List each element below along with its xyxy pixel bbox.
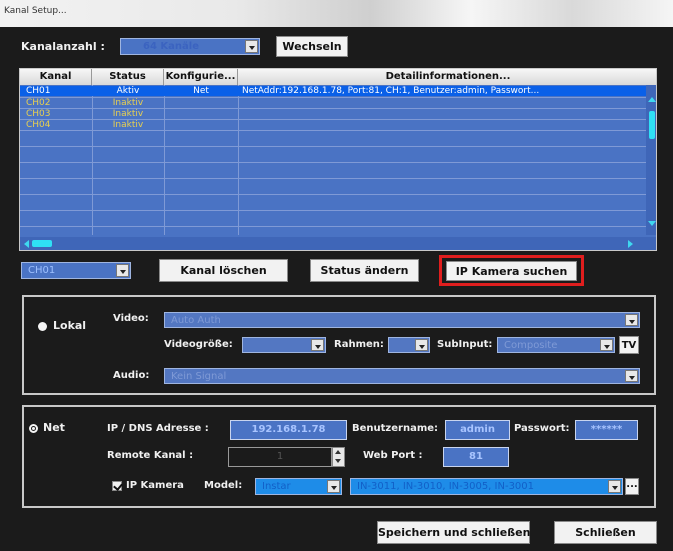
grid-line [20,162,646,163]
column-header-kanal[interactable]: Kanal [20,69,92,85]
kanalanzahl-select[interactable]: 64 Kanäle [120,38,260,55]
title-bar[interactable]: Kanal Setup... [0,0,673,27]
wechseln-button[interactable]: Wechseln [276,36,348,57]
spin-down-icon[interactable] [335,459,341,463]
grid-line [20,226,646,227]
cell-status: Inaktiv [112,109,144,119]
cell-kanal: CH02 [26,98,51,108]
passwort-label: Passwort: [514,423,570,434]
ip-kamera-label: IP Kamera [126,480,184,491]
chevron-down-icon[interactable] [116,264,129,277]
cell-kanal: CH04 [26,120,51,130]
status-aendern-button[interactable]: Status ändern [310,259,419,282]
net-label: Net [43,421,65,434]
rahmen-select[interactable] [388,337,430,353]
more-button[interactable]: ... [625,478,639,495]
model-select[interactable]: Instar [255,478,342,495]
table-row[interactable]: CH01 Aktiv Net NetAddr:192.168.1.78, Por… [20,86,646,96]
lokal-radio[interactable] [38,322,47,331]
cell-kanal: CH03 [26,109,51,119]
column-header-detail[interactable]: Detailinformationen... [238,69,656,85]
audio-select[interactable]: Kein Signal [164,368,640,384]
passwort-input[interactable]: ****** [575,420,638,440]
grid-line [20,210,646,211]
video-value: Auto Auth [171,315,221,326]
kanalanzahl-value: 64 Kanäle [143,41,199,52]
table-header: Kanal Status Konfigurie... Detailinforma… [20,69,656,85]
cell-konfiguration: Net [193,86,209,96]
audio-value: Kein Signal [171,371,227,382]
subinput-label: SubInput: [437,339,493,350]
column-header-status[interactable]: Status [92,69,164,85]
subinput-value: Composite [504,340,558,351]
scroll-up-icon[interactable] [648,97,656,102]
spin-up-icon[interactable] [335,450,341,454]
benutzername-label: Benutzername: [352,423,439,434]
web-port-label: Web Port : [363,450,423,461]
video-label: Video: [113,313,149,324]
audio-label: Audio: [113,370,150,381]
chevron-down-icon[interactable] [327,480,340,493]
rahmen-label: Rahmen: [334,339,384,350]
benutzername-input[interactable]: admin [445,420,510,440]
net-radio[interactable] [29,424,38,433]
kanal-setup-window: Kanal Setup... Kanalanzahl : 64 Kanäle W… [0,0,673,551]
grid-line [20,130,646,131]
chevron-down-icon[interactable] [625,370,638,382]
model-list-value: IN-3011, IN-3010, IN-3005, IN-3001 [357,481,535,492]
remote-kanal-label: Remote Kanal : [107,450,194,461]
kanalanzahl-label: Kanalanzahl : [21,40,105,53]
chevron-down-icon[interactable] [245,40,258,53]
chevron-down-icon[interactable] [415,339,428,351]
chevron-down-icon[interactable] [625,314,638,326]
cell-status: Inaktiv [112,120,144,130]
grid-line [20,146,646,147]
scroll-down-icon[interactable] [648,221,656,226]
scroll-thumb-horizontal[interactable] [32,240,52,247]
tv-button[interactable]: TV [619,336,639,354]
grid-line [20,178,646,179]
window-title: Kanal Setup... [4,6,67,16]
scroll-thumb[interactable] [649,111,655,139]
radio-dot [32,427,35,430]
cell-status: Aktiv [116,86,140,96]
scroll-left-icon[interactable] [24,240,29,248]
chevron-down-icon[interactable] [311,339,324,351]
chevron-down-icon[interactable] [608,480,621,493]
chevron-down-icon[interactable] [600,339,613,351]
kanal-loeschen-button[interactable]: Kanal löschen [159,259,288,282]
cell-kanal: CH01 [26,86,51,96]
ip-dns-label: IP / DNS Adresse : [107,423,209,434]
videogroesse-label: Videogröße: [164,339,233,350]
schliessen-button[interactable]: Schließen [554,521,657,544]
column-header-konfiguration[interactable]: Konfigurie... [164,69,238,85]
channel-select[interactable]: CH01 [21,262,131,279]
scroll-right-icon[interactable] [628,240,633,248]
videogroesse-select[interactable] [242,337,326,353]
remote-kanal-input[interactable]: 1 [228,447,332,467]
model-label: Model: [204,480,243,491]
web-port-input[interactable]: 81 [443,447,509,467]
channel-table: Kanal Status Konfigurie... Detailinforma… [19,68,657,251]
grid-line [20,194,646,195]
table-row[interactable]: CH04 Inaktiv [20,120,646,130]
model-list-select[interactable]: IN-3011, IN-3010, IN-3005, IN-3001 [350,478,623,495]
video-select[interactable]: Auto Auth [164,312,640,328]
horizontal-scrollbar[interactable] [20,237,656,250]
ip-kamera-checkbox[interactable] [112,481,122,491]
cell-status: Inaktiv [112,98,144,108]
model-value: Instar [262,481,291,492]
remote-kanal-spinner[interactable] [332,447,345,467]
table-row[interactable]: CH03 Inaktiv [20,109,646,119]
table-row[interactable]: CH02 Inaktiv [20,98,646,108]
subinput-select[interactable]: Composite [497,337,615,353]
ip-kamera-suchen-button[interactable]: IP Kamera suchen [446,261,577,281]
lokal-label: Lokal [53,319,87,332]
ip-dns-input[interactable]: 192.168.1.78 [230,420,347,440]
cell-detail: NetAddr:192.168.1.78, Port:81, CH:1, Ben… [242,86,540,96]
speichern-und-schliessen-button[interactable]: Speichern und schließen [377,521,530,544]
channel-select-value: CH01 [28,265,56,276]
vertical-scrollbar[interactable] [646,85,656,235]
